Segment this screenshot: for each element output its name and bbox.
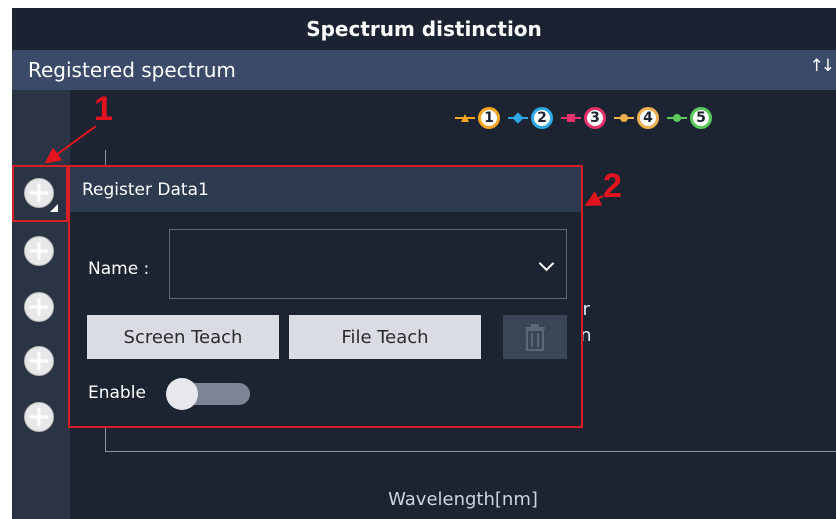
- add-register-data2-button[interactable]: [24, 236, 54, 266]
- circle-marker-icon: [614, 114, 634, 122]
- name-label: Name :: [88, 259, 150, 279]
- sort-arrows-icon[interactable]: ↑↓: [810, 56, 835, 76]
- add-register-data4-button[interactable]: [24, 346, 54, 376]
- legend-badge-1: 1: [478, 107, 500, 129]
- triangle-marker-icon: [455, 117, 475, 119]
- legend-item-3: 3: [561, 107, 606, 129]
- register-data-popup: Register Data1 Name : Screen Teach File …: [68, 165, 583, 428]
- legend-item-5: 5: [667, 107, 712, 129]
- diamond-marker-icon: [508, 117, 528, 119]
- legend-item-2: 2: [508, 107, 553, 129]
- legend-badge-2: 2: [531, 107, 553, 129]
- legend-item-1: 1: [455, 107, 500, 129]
- screen-teach-button[interactable]: Screen Teach: [87, 315, 279, 359]
- add-register-data5-button[interactable]: [24, 402, 54, 432]
- chevron-down-icon: [538, 255, 555, 272]
- legend-badge-5: 5: [690, 107, 712, 129]
- chart-legend: 1 2 3 4 5: [455, 104, 712, 132]
- panel-title: Registered spectrum: [28, 58, 236, 82]
- file-teach-button[interactable]: File Teach: [289, 315, 481, 359]
- popup-title: Register Data1: [70, 167, 581, 212]
- callout-2-label: 2: [603, 167, 622, 205]
- square-marker-icon: [561, 114, 581, 122]
- legend-badge-3: 3: [584, 107, 606, 129]
- delete-button[interactable]: [503, 315, 567, 359]
- add-register-data3-button[interactable]: [24, 292, 54, 322]
- enable-label: Enable: [88, 383, 146, 403]
- legend-badge-4: 4: [637, 107, 659, 129]
- toggle-knob: [166, 378, 198, 410]
- circle-marker-icon: [667, 114, 687, 122]
- callout-1-label: 1: [94, 90, 113, 128]
- x-axis-line: [105, 451, 836, 452]
- callout-1-highlight-box: [12, 165, 68, 222]
- enable-toggle[interactable]: [166, 378, 252, 410]
- trash-icon: [525, 324, 545, 351]
- legend-item-4: 4: [614, 107, 659, 129]
- window-title: Spectrum distinction: [12, 8, 836, 50]
- x-axis-label: Wavelength[nm]: [388, 489, 538, 510]
- panel-header: Registered spectrum ↑↓: [12, 50, 836, 90]
- name-dropdown[interactable]: [169, 229, 567, 299]
